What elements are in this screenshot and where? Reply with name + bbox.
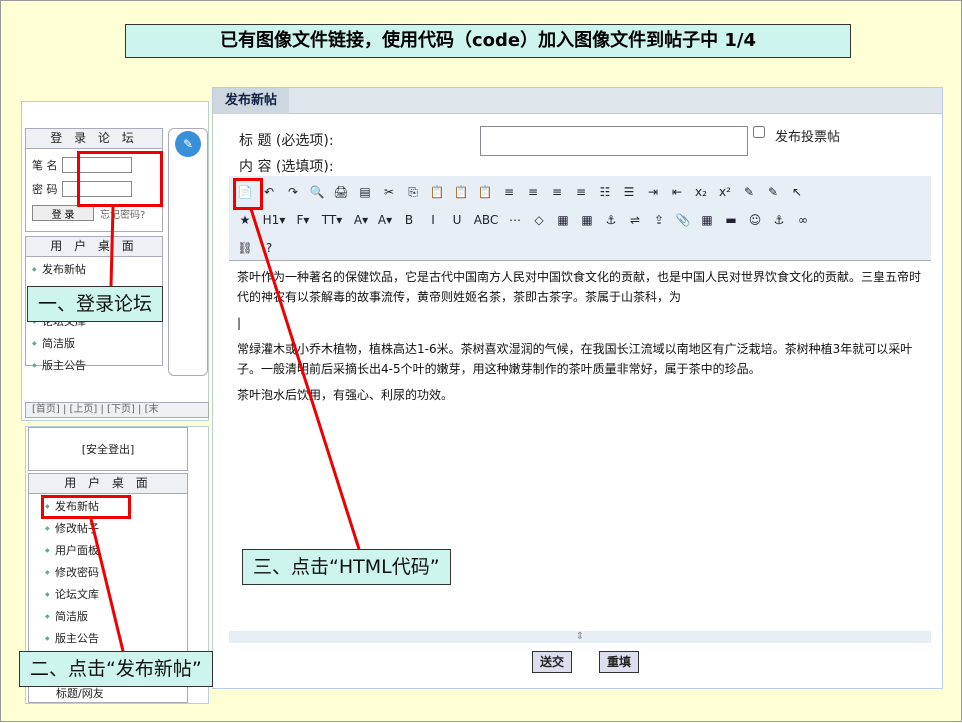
toolbar-r2-20-icon[interactable]: ☺ (745, 210, 765, 230)
toolbar-row-1: 📄 ↶ ↷ 🔍 🖨 ▤ ✂ ⎘ 📋 📋 📋 ≡ ≡ ≡ ≡ ☷ ☰ ⇥ ⇤ x₂ x² ✎ ✎ ↖ (229, 176, 931, 204)
toolbar-r1-19-icon[interactable]: x₂ (691, 182, 711, 202)
title-input[interactable] (480, 126, 748, 156)
toolbar-r3-0-icon[interactable]: ⛓ (235, 238, 255, 258)
user-desk-header-top: 用 户 桌 面 (26, 237, 162, 257)
toolbar-r1-9-icon[interactable]: 📋 (451, 182, 471, 202)
toolbar-r1-17-icon[interactable]: ⇥ (643, 182, 663, 202)
toolbar-r2-10-icon[interactable]: ⋯ (505, 210, 525, 230)
toolbar-r2-0-icon[interactable]: ★ (235, 210, 255, 230)
paragraph-3: 茶叶泡水后饮用，有强心、利尿的功效。 (237, 388, 454, 402)
toolbar-r2-7-icon[interactable]: I (423, 210, 443, 230)
toolbar-r2-19-icon[interactable]: ▬ (721, 210, 741, 230)
editor-toolbar: 📄 ↶ ↷ 🔍 🖨 ▤ ✂ ⎘ 📋 📋 📋 ≡ ≡ ≡ ≡ ☷ ☰ ⇥ ⇤ x₂ x² ✎ ✎ ↖ ★ H1▾ F▾ TT▾ A▾ A▾… (229, 176, 931, 261)
edit-icon: ✎ (175, 131, 201, 157)
toolbar-r3-1-icon[interactable]: ? (259, 238, 279, 258)
toolbar-row-2: ★ H1▾ F▾ TT▾ A▾ A▾ B I U ABC ⋯ ◇ ▦ ▦ ⚓ ⇌ ⇪ 📎 ▦ ▬ ☺ ⚓ ∞ (229, 204, 931, 232)
menu-item-edit-post[interactable]: 修改帖子 (43, 518, 173, 540)
toolbar-r2-11-icon[interactable]: ◇ (529, 210, 549, 230)
toolbar-r2-17-icon[interactable]: 📎 (673, 210, 693, 230)
resize-handle[interactable]: ⇕ (229, 631, 931, 643)
new-post-highlight (41, 495, 131, 519)
toolbar-row-3: ⛓? (229, 232, 931, 260)
toolbar-r1-4-icon[interactable]: 🖨 (331, 182, 351, 202)
toolbar-r2-18-icon[interactable]: ▦ (697, 210, 717, 230)
toolbar-r2-1-icon[interactable]: H1▾ (259, 210, 289, 230)
password-label: 密 码 (32, 183, 58, 196)
title-label: 标 题 (必选项): (239, 133, 334, 149)
toolbar-r1-23-icon[interactable]: ↖ (787, 182, 807, 202)
login-highlight (77, 151, 163, 207)
post-tab[interactable]: 发布新帖 (213, 88, 290, 114)
callout-html-code: 三、点击“HTML代码” (242, 549, 451, 585)
paragraph-1: 茶叶作为一种著名的保健饮品，它是古代中国南方人民对中国饮食文化的贡献，也是中国人… (237, 270, 922, 304)
toolbar-r1-7-icon[interactable]: ⎘ (403, 182, 423, 202)
sidebar-item-announcement[interactable]: 版主公告 (30, 355, 158, 377)
toolbar-r1-21-icon[interactable]: ✎ (739, 182, 759, 202)
menu-item-user-panel[interactable]: 用户面板 (43, 540, 173, 562)
toolbar-r2-9-icon[interactable]: ABC (471, 210, 501, 230)
menu-item-simple[interactable]: 简洁版 (43, 606, 173, 628)
reset-button[interactable]: 重填 (599, 651, 639, 673)
poll-label: 发布投票帖 (775, 130, 841, 145)
pager[interactable]: [首页] | [上页] | [下页] | [末 (25, 402, 209, 418)
toolbar-r1-12-icon[interactable]: ≡ (523, 182, 543, 202)
toolbar-r1-16-icon[interactable]: ☰ (619, 182, 639, 202)
toolbar-r2-21-icon[interactable]: ⚓ (769, 210, 789, 230)
toolbar-r2-16-icon[interactable]: ⇪ (649, 210, 669, 230)
post-tab-bar: 发布新帖 (213, 88, 942, 114)
login-screenshot: 登 录 论 坛 笔 名 密 码 登 录忘记密码? 用 户 桌 面 发布新帖 论坛… (21, 101, 209, 421)
toolbar-r1-18-icon[interactable]: ⇤ (667, 182, 687, 202)
toolbar-r1-3-icon[interactable]: 🔍 (307, 182, 327, 202)
toolbar-r1-13-icon[interactable]: ≡ (547, 182, 567, 202)
sidebar-item-new-post[interactable]: 发布新帖 (30, 259, 158, 281)
cursor: | (237, 316, 242, 330)
login-header: 登 录 论 坛 (26, 129, 162, 149)
toolbar-r1-8-icon[interactable]: 📋 (427, 182, 447, 202)
toolbar-r1-6-icon[interactable]: ✂ (379, 182, 399, 202)
poll-checkbox[interactable] (753, 126, 765, 138)
submit-button[interactable]: 送交 (532, 651, 572, 673)
toolbar-r2-8-icon[interactable]: U (447, 210, 467, 230)
toolbar-r1-22-icon[interactable]: ✎ (763, 182, 783, 202)
toolbar-r1-14-icon[interactable]: ≡ (571, 182, 591, 202)
toolbar-r2-14-icon[interactable]: ⚓ (601, 210, 621, 230)
slide: 已有图像文件链接，使用代码（code）加入图像文件到帖子中 1/4 登 录 论 … (0, 0, 962, 722)
html-code-highlight (233, 178, 263, 210)
toolbar-r2-2-icon[interactable]: F▾ (293, 210, 313, 230)
side-column: ✎ (168, 128, 208, 376)
toolbar-r2-22-icon[interactable]: ∞ (793, 210, 813, 230)
login-button[interactable]: 登 录 (32, 205, 94, 221)
title-author-label: 标题/网友 (56, 687, 104, 700)
forgot-password-link[interactable]: 忘记密码? (100, 206, 145, 221)
content-label: 内 容 (选填项): (239, 159, 334, 175)
toolbar-r1-20-icon[interactable]: x² (715, 182, 735, 202)
callout-login: 一、登录论坛 (27, 286, 164, 322)
menu-item-library[interactable]: 论坛文库 (43, 584, 173, 606)
toolbar-r2-6-icon[interactable]: B (399, 210, 419, 230)
toolbar-r2-3-icon[interactable]: TT▾ (317, 210, 347, 230)
paragraph-2: 常绿灌木或小乔木植物，植株高达1-6米。茶树喜欢湿润的气候，在我国长江流域以南地… (237, 342, 913, 376)
toolbar-r2-15-icon[interactable]: ⇌ (625, 210, 645, 230)
callout-new-post: 二、点击“发布新帖” (19, 651, 213, 687)
slide-title: 已有图像文件链接，使用代码（code）加入图像文件到帖子中 1/4 (125, 24, 851, 58)
menu-item-change-password[interactable]: 修改密码 (43, 562, 173, 584)
username-label: 笔 名 (32, 159, 58, 172)
sidebar-item-simple[interactable]: 简洁版 (30, 333, 158, 355)
toolbar-r1-2-icon[interactable]: ↷ (283, 182, 303, 202)
toolbar-r1-5-icon[interactable]: ▤ (355, 182, 375, 202)
logout-link[interactable]: [安全登出] (28, 427, 188, 471)
toolbar-r1-15-icon[interactable]: ☷ (595, 182, 615, 202)
toolbar-r2-12-icon[interactable]: ▦ (553, 210, 573, 230)
toolbar-r1-11-icon[interactable]: ≡ (499, 182, 519, 202)
menu-item-announcement[interactable]: 版主公告 (43, 628, 173, 650)
toolbar-r2-5-icon[interactable]: A▾ (375, 210, 395, 230)
toolbar-r2-4-icon[interactable]: A▾ (351, 210, 371, 230)
toolbar-r2-13-icon[interactable]: ▦ (577, 210, 597, 230)
user-desk-header-bottom: 用 户 桌 面 (29, 474, 187, 494)
toolbar-r1-10-icon[interactable]: 📋 (475, 182, 495, 202)
